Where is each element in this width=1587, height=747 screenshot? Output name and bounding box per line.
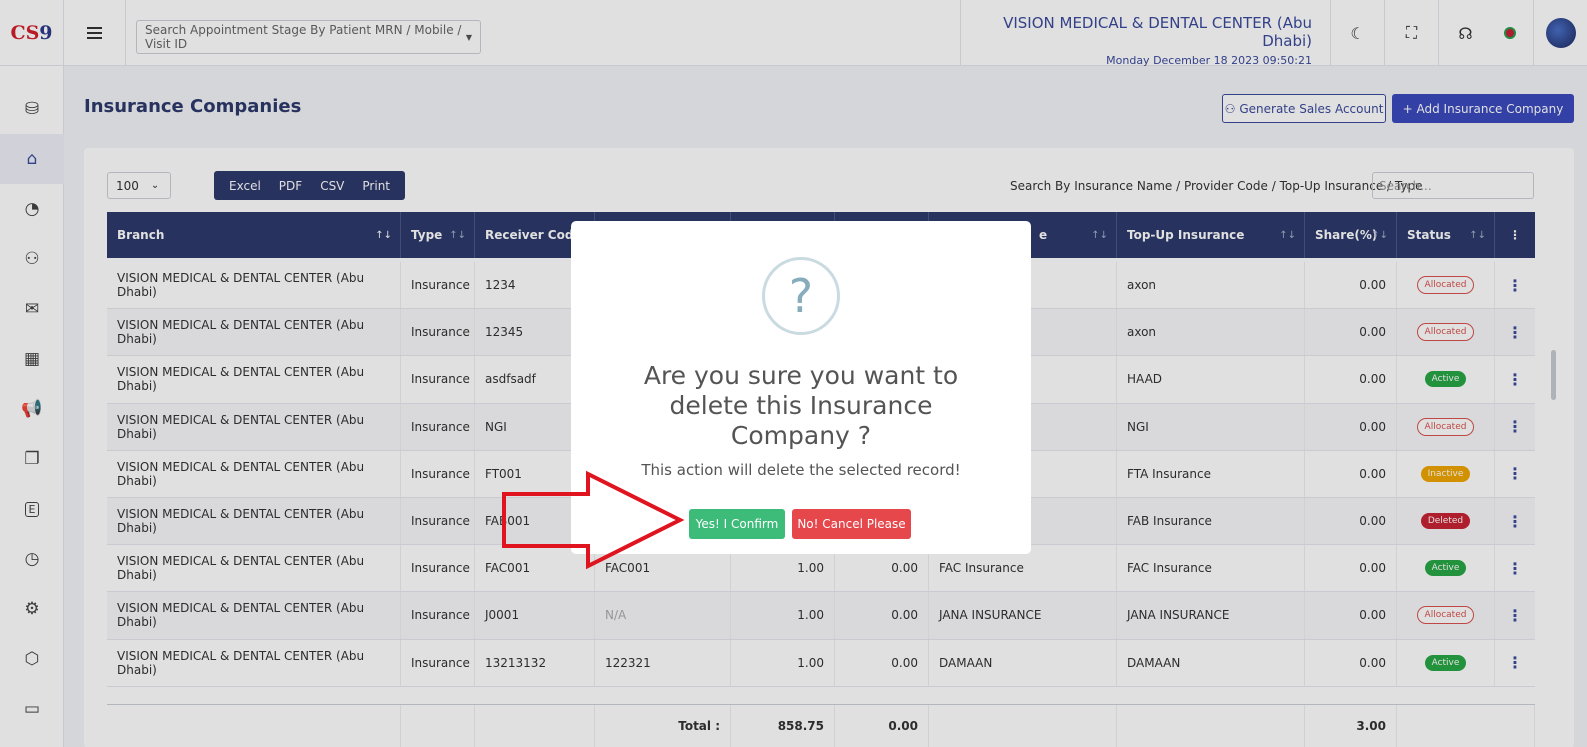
dialog-title: Are you sure you want to delete this Ins…: [643, 361, 959, 450]
question-icon: ?: [762, 257, 840, 335]
cancel-button[interactable]: No! Cancel Please: [792, 509, 911, 539]
confirm-button[interactable]: Yes! I Confirm: [689, 509, 785, 539]
annotation-arrow-icon: [502, 470, 685, 570]
